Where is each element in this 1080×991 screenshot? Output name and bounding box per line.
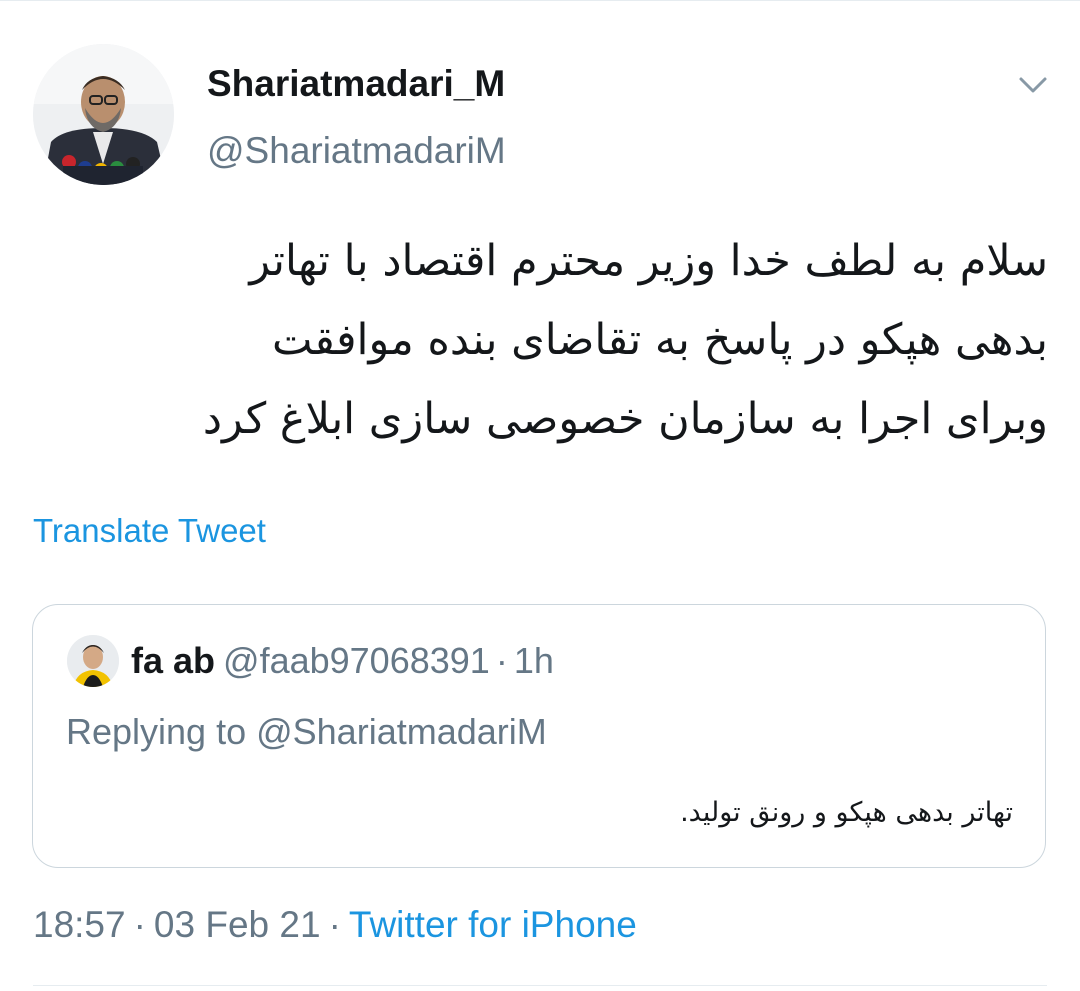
quoted-tweet-header: fa ab @faab97068391 · 1h (131, 639, 554, 683)
replying-to-label: Replying to @ShariatmadariM (66, 711, 547, 752)
author-avatar[interactable] (33, 44, 174, 185)
author-display-name[interactable]: Shariatmadari_M (207, 63, 505, 105)
quoted-author-name[interactable]: fa ab (131, 640, 215, 681)
author-avatar-image (33, 44, 174, 185)
quoted-author-avatar-image (67, 635, 119, 687)
top-divider (0, 0, 1080, 1)
tweet-text-line: بدهی هپکو در پاسخ به تقاضای بنده موافقت (272, 315, 1048, 365)
quoted-separator: · (495, 640, 508, 681)
bottom-divider (33, 985, 1047, 986)
tweet-date: 03 Feb 21 (153, 904, 321, 945)
author-handle[interactable]: @ShariatmadariM (207, 130, 506, 172)
quoted-tweet-time[interactable]: 1h (514, 640, 554, 681)
tweet-meta: 18:57 · 03 Feb 21 · Twitter for iPhone (33, 904, 637, 946)
quoted-tweet-text: تهاتر بدهی هپکو و رونق تولید. (680, 797, 1013, 828)
tweet-text: سلام به لطف خدا وزیر محترم اقتصاد با تها… (30, 222, 1048, 459)
tweet-text-line: سلام به لطف خدا وزیر محترم اقتصاد با تها… (249, 236, 1048, 286)
quoted-author-handle[interactable]: @faab97068391 (223, 640, 490, 681)
quoted-author-avatar[interactable] (67, 635, 119, 687)
chevron-down-icon[interactable] (1016, 70, 1050, 100)
tweet-time: 18:57 (33, 904, 126, 945)
quoted-tweet-card[interactable]: fa ab @faab97068391 · 1h Replying to @Shari… (32, 604, 1046, 868)
meta-separator: · (328, 904, 341, 945)
tweet-text-line: وبرای اجرا به سازمان خصوصی سازی ابلاغ کر… (202, 394, 1048, 444)
tweet-source-link[interactable]: Twitter for iPhone (349, 904, 637, 945)
meta-separator: · (133, 904, 146, 945)
translate-tweet-link[interactable]: Translate Tweet (33, 512, 266, 550)
